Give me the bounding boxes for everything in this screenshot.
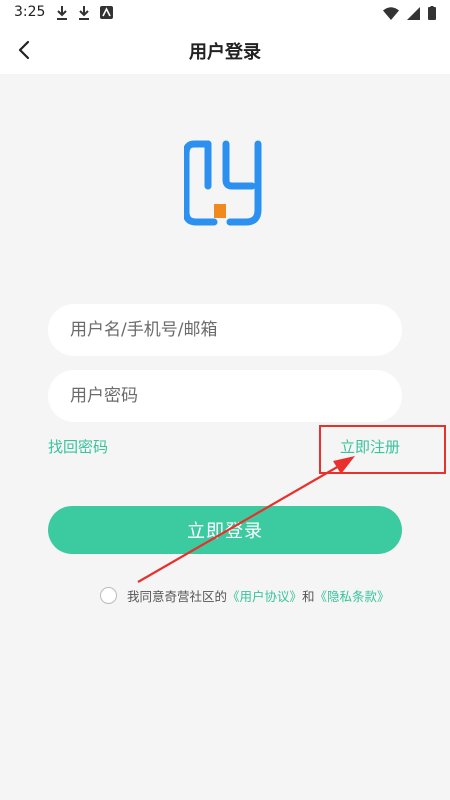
- wifi-icon: [383, 6, 399, 20]
- login-content: 找回密码 立即注册 立即登录 我同意奇营社区的 《用户协议》 和 《隐私条款》: [0, 74, 450, 800]
- login-button[interactable]: 立即登录: [48, 506, 402, 554]
- agreement-checkbox[interactable]: [100, 587, 117, 604]
- status-bar: 3:25: [0, 0, 450, 26]
- user-agreement-link[interactable]: 《用户协议》: [227, 586, 302, 605]
- agreement-prefix: 我同意奇营社区的: [127, 589, 228, 604]
- username-input[interactable]: [68, 319, 382, 341]
- agreement-conjunction: 和: [302, 589, 315, 604]
- agreement-row: 我同意奇营社区的 《用户协议》 和 《隐私条款》: [100, 586, 390, 605]
- privacy-policy-link[interactable]: 《隐私条款》: [315, 586, 390, 605]
- app-bar: 用户登录: [0, 26, 450, 74]
- download-icon: [79, 6, 89, 20]
- annotation-highlight-box: [319, 425, 446, 474]
- notification-icons: [56, 6, 113, 20]
- battery-icon: [428, 6, 436, 20]
- page-title: 用户登录: [189, 42, 261, 63]
- status-time: 3:25: [14, 4, 46, 20]
- app-notification-icon: [100, 6, 113, 19]
- system-icons: [383, 6, 436, 20]
- app-logo: [184, 140, 262, 226]
- download-icon: [57, 6, 67, 20]
- username-field[interactable]: [48, 304, 402, 356]
- password-input[interactable]: [68, 385, 382, 407]
- signal-icon: [407, 6, 420, 20]
- forgot-password-link[interactable]: 找回密码: [48, 436, 108, 457]
- password-field[interactable]: [48, 370, 402, 422]
